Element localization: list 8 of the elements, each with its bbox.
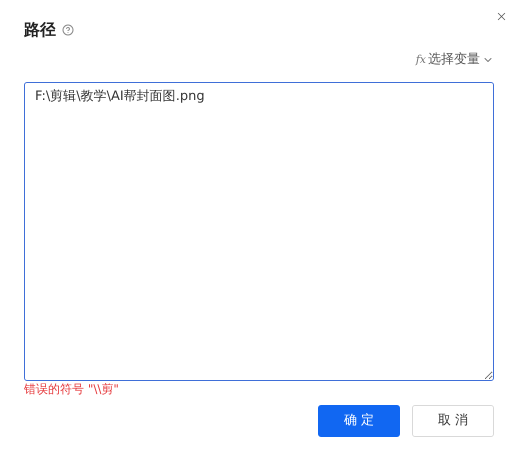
help-icon: [62, 24, 74, 36]
close-icon: [495, 10, 508, 23]
error-message: 错误的符号 "\\剪": [24, 380, 120, 396]
path-field[interactable]: F:\剪辑\教学\AI帮封面图.png: [24, 82, 494, 380]
variable-picker[interactable]: fx选择变量: [416, 50, 494, 70]
dialog-title: 路径: [24, 19, 56, 41]
confirm-button[interactable]: 确 定: [318, 404, 400, 436]
cancel-button[interactable]: 取 消: [412, 404, 494, 436]
